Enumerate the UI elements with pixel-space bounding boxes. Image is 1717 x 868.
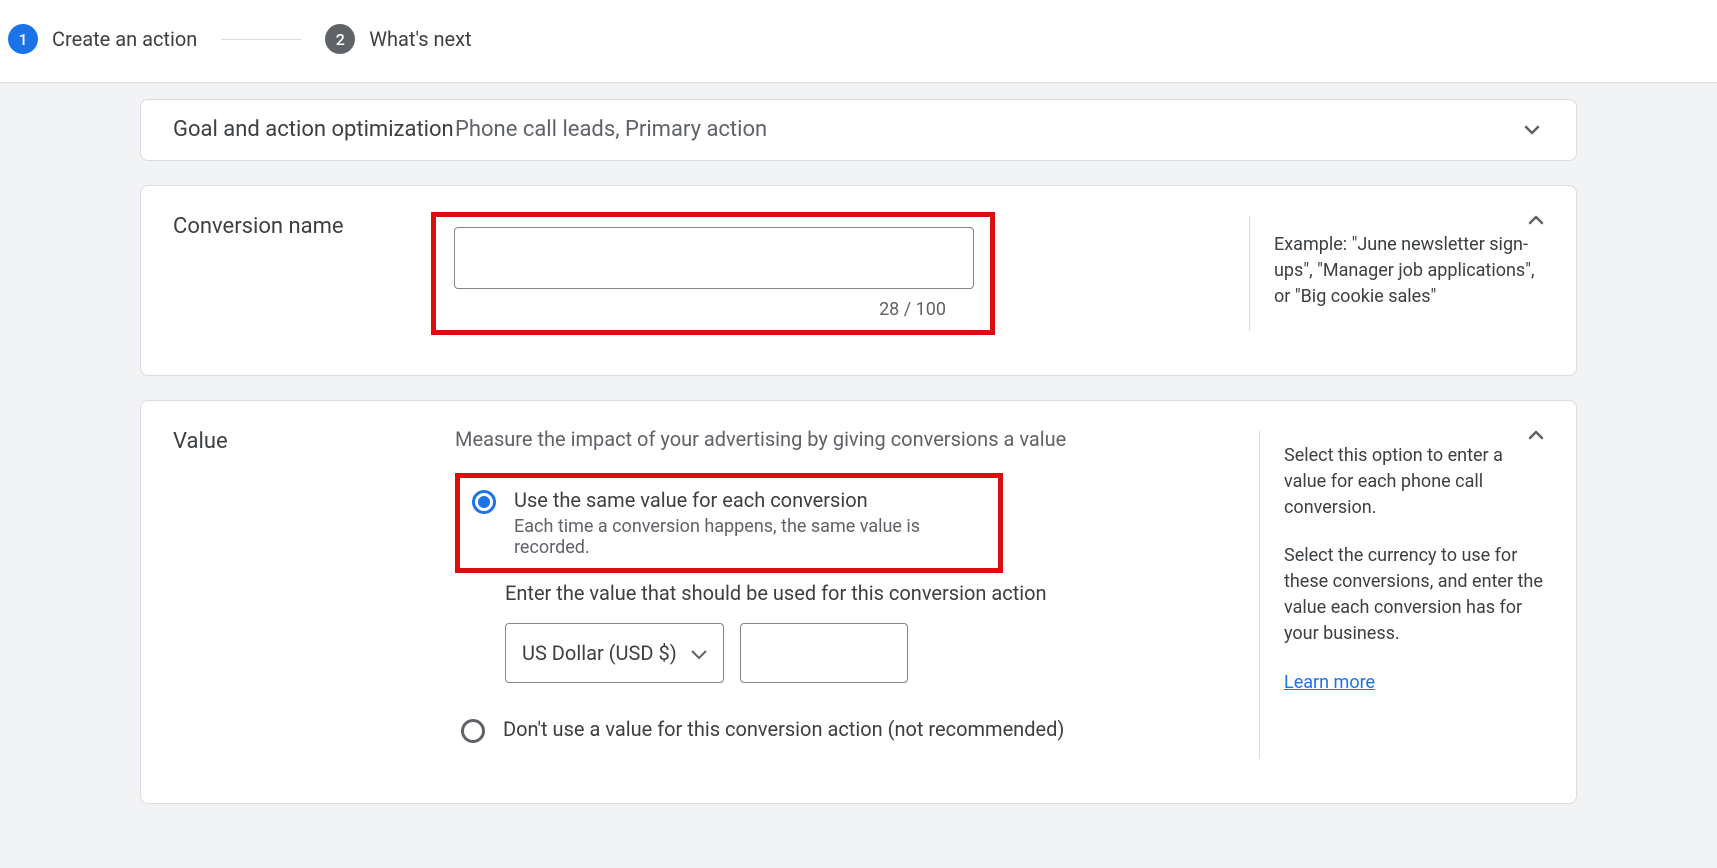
- chevron-down-icon[interactable]: [1520, 118, 1544, 142]
- enter-value-label: Enter the value that should be used for …: [505, 581, 1259, 605]
- no-value-title: Don't use a value for this conversion ac…: [503, 717, 1064, 741]
- radio-no-value[interactable]: [461, 719, 485, 743]
- goal-value: Phone call leads, Primary action: [455, 117, 1504, 142]
- step-1[interactable]: 1 Create an action: [8, 24, 197, 54]
- same-value-sub: Each time a conversion happens, the same…: [514, 516, 982, 558]
- conversion-name-charcount: 28 / 100: [879, 299, 946, 320]
- step-divider: [221, 39, 301, 40]
- step-2-label: What's next: [369, 27, 471, 51]
- page-body: Goal and action optimization Phone call …: [0, 83, 1717, 868]
- side-divider: [1249, 216, 1250, 331]
- chevron-up-icon-2[interactable]: [1524, 423, 1548, 447]
- conversion-name-label: Conversion name: [173, 212, 431, 335]
- goal-label: Goal and action optimization: [173, 114, 455, 146]
- value-label: Value: [173, 427, 455, 763]
- conversion-name-input[interactable]: [454, 227, 974, 289]
- learn-more-link[interactable]: Learn more: [1284, 672, 1375, 693]
- radio-same-value[interactable]: [472, 490, 496, 514]
- value-amount-input[interactable]: [740, 623, 908, 683]
- side-divider-2: [1259, 431, 1260, 759]
- step-1-badge: 1: [8, 24, 38, 54]
- step-2[interactable]: 2 What's next: [325, 24, 471, 54]
- value-card: Value Measure the impact of your adverti…: [140, 400, 1577, 804]
- highlight-same-value-radio: Use the same value for each conversion E…: [455, 473, 1003, 573]
- radio-no-value-row[interactable]: Don't use a value for this conversion ac…: [455, 717, 1259, 745]
- radio-dot-icon: [478, 496, 490, 508]
- same-value-title: Use the same value for each conversion: [514, 488, 982, 512]
- dropdown-icon: [691, 641, 707, 665]
- value-help-2: Select the currency to use for these con…: [1284, 543, 1544, 647]
- stepper-header: 1 Create an action 2 What's next: [0, 0, 1717, 83]
- conversion-name-example: Example: "June newsletter sign-ups", "Ma…: [1274, 212, 1544, 335]
- value-help-sidebar: Select this option to enter a value for …: [1284, 427, 1544, 763]
- value-description: Measure the impact of your advertising b…: [455, 427, 1259, 451]
- conversion-name-card: Conversion name 28 / 100 Example: "June …: [140, 185, 1577, 376]
- highlight-conversion-name: 28 / 100: [431, 212, 995, 335]
- currency-selected-label: US Dollar (USD $): [522, 641, 677, 665]
- value-help-1: Select this option to enter a value for …: [1284, 443, 1544, 521]
- chevron-up-icon[interactable]: [1524, 208, 1548, 232]
- currency-select[interactable]: US Dollar (USD $): [505, 623, 724, 683]
- step-1-label: Create an action: [52, 27, 197, 51]
- goal-optimization-card[interactable]: Goal and action optimization Phone call …: [140, 99, 1577, 161]
- step-2-badge: 2: [325, 24, 355, 54]
